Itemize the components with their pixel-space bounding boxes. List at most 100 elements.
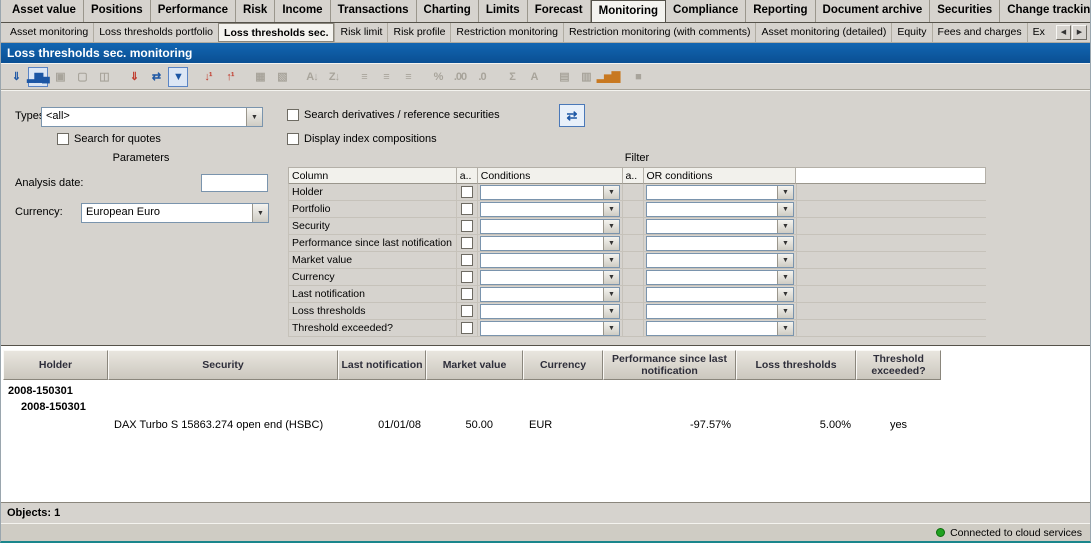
font-icon[interactable]: A [524,67,544,87]
chart-colored-icon[interactable]: ▂▅▇ [598,67,618,87]
filter-condition-select[interactable]: ▼ [480,321,620,336]
align-center-icon[interactable]: ≡ [376,67,396,87]
percent-icon[interactable]: % [428,67,448,87]
search-derivatives-checkbox[interactable]: Search derivatives / reference securitie… [287,108,500,122]
tab-scroll-left-icon[interactable]: ◀ [1056,25,1071,40]
sum-icon[interactable]: Σ [502,67,522,87]
column-header-holder[interactable]: Holder [3,350,108,380]
run-query-button[interactable]: ⇄ [559,104,585,127]
decimal-remove-icon[interactable]: .0 [472,67,492,87]
main-tab[interactable]: Risk [236,0,275,22]
filter-or-condition-select[interactable]: ▼ [646,253,794,268]
checkbox-box[interactable] [287,133,299,145]
currency-select[interactable]: European Euro ▼ [81,203,269,223]
column-header-market-value[interactable]: Market value [426,350,523,380]
column-header-last-notification[interactable]: Last notification [338,350,426,380]
sub-tab[interactable]: Risk profile [387,23,450,42]
filter-and-checkbox[interactable] [461,254,473,266]
sub-tab[interactable]: Risk limit [334,23,387,42]
column-header-performance[interactable]: Performance since last notification [603,350,736,380]
analysis-date-input[interactable] [201,174,268,192]
filter-or-condition-select[interactable]: ▼ [646,236,794,251]
chart-view-icon[interactable]: ▂▆▄ [28,67,48,87]
column-header-currency[interactable]: Currency [523,350,603,380]
filter-and-checkbox[interactable] [461,305,473,317]
sort-down-icon[interactable]: ↓¹ [198,67,218,87]
filter-condition-select[interactable]: ▼ [480,287,620,302]
main-tab[interactable]: Positions [84,0,151,22]
gridlines-icon[interactable]: ▤ [554,67,574,87]
sub-tab[interactable]: Ex [1027,23,1050,42]
types-select[interactable]: <all> ▼ [41,107,263,127]
main-tab[interactable]: Limits [479,0,528,22]
main-tab[interactable]: Change tracking [1000,0,1090,22]
main-tab[interactable]: Transactions [331,0,417,22]
filter-and-checkbox[interactable] [461,186,473,198]
decimal-add-icon[interactable]: .00 [450,67,470,87]
sort-az-icon[interactable]: A↓ [302,67,322,87]
filter-or-condition-select[interactable]: ▼ [646,270,794,285]
copy-icon[interactable]: ▣ [50,67,70,87]
display-index-checkbox[interactable]: Display index compositions [287,132,437,146]
sort-up-icon[interactable]: ↑¹ [220,67,240,87]
sub-tab[interactable]: Loss thresholds sec. [218,23,334,42]
main-tab[interactable]: Forecast [528,0,591,22]
layout-icon[interactable]: ◫ [94,67,114,87]
load-data-icon[interactable]: ⇓ [124,67,144,87]
main-tab[interactable]: Asset value [5,0,84,22]
group-row[interactable]: 2008-150301 [3,383,1090,399]
filter-and-checkbox[interactable] [461,271,473,283]
tab-scroll-right-icon[interactable]: ▶ [1072,25,1087,40]
result-row[interactable]: DAX Turbo S 15863.274 open end (HSBC) 01… [3,417,1090,434]
filter-condition-select[interactable]: ▼ [480,304,620,319]
filter-and-checkbox[interactable] [461,237,473,249]
filter-or-condition-select[interactable]: ▼ [646,304,794,319]
filter-condition-select[interactable]: ▼ [480,270,620,285]
export-report-icon[interactable]: ⇓ [6,67,26,87]
checkbox-box[interactable] [287,109,299,121]
column-header-security[interactable]: Security [108,350,338,380]
sub-tab[interactable]: Restriction monitoring (with comments) [563,23,755,42]
checkbox-box[interactable] [57,133,69,145]
filter-or-condition-select[interactable]: ▼ [646,185,794,200]
filter-condition-select[interactable]: ▼ [480,185,620,200]
column-header-threshold-exceeded[interactable]: Threshold exceeded? [856,350,941,380]
filter-condition-select[interactable]: ▼ [480,253,620,268]
main-tab[interactable]: Document archive [816,0,931,22]
filter-condition-select[interactable]: ▼ [480,202,620,217]
filter-or-condition-select[interactable]: ▼ [646,202,794,217]
stop-icon[interactable]: ■ [628,67,648,87]
filter-condition-select[interactable]: ▼ [480,236,620,251]
filter-condition-select[interactable]: ▼ [480,219,620,234]
filter-and-checkbox[interactable] [461,220,473,232]
filter-or-condition-select[interactable]: ▼ [646,219,794,234]
filter-and-checkbox[interactable] [461,322,473,334]
main-tab[interactable]: Securities [930,0,1000,22]
sub-tab[interactable]: Loss thresholds portfolio [93,23,218,42]
sub-tab[interactable]: Restriction monitoring [450,23,563,42]
sub-tab[interactable]: Asset monitoring (detailed) [755,23,891,42]
align-left-icon[interactable]: ≡ [354,67,374,87]
grid-view-icon[interactable]: ▥ [576,67,596,87]
filter-or-condition-select[interactable]: ▼ [646,287,794,302]
sort-za-icon[interactable]: Z↓ [324,67,344,87]
main-tab[interactable]: Monitoring [591,0,666,22]
main-tab[interactable]: Charting [417,0,479,22]
main-tab[interactable]: Income [275,0,330,22]
refresh-icon[interactable]: ⇄ [146,67,166,87]
align-right-icon[interactable]: ≡ [398,67,418,87]
sub-tab[interactable]: Asset monitoring [5,23,93,42]
column-header-loss-thresholds[interactable]: Loss thresholds [736,350,856,380]
sub-tab[interactable]: Fees and charges [932,23,1027,42]
main-tab[interactable]: Performance [151,0,236,22]
filter-and-checkbox[interactable] [461,288,473,300]
search-quotes-checkbox[interactable]: Search for quotes [57,132,161,146]
filter-or-condition-select[interactable]: ▼ [646,321,794,336]
filter-and-checkbox[interactable] [461,203,473,215]
main-tab[interactable]: Compliance [666,0,746,22]
main-tab[interactable]: Reporting [746,0,815,22]
subgroup-row[interactable]: 2008-150301 [3,399,1090,415]
new-window-icon[interactable]: ▢ [72,67,92,87]
pivot-view-icon[interactable]: ▧ [272,67,292,87]
table-view-icon[interactable]: ▦ [250,67,270,87]
